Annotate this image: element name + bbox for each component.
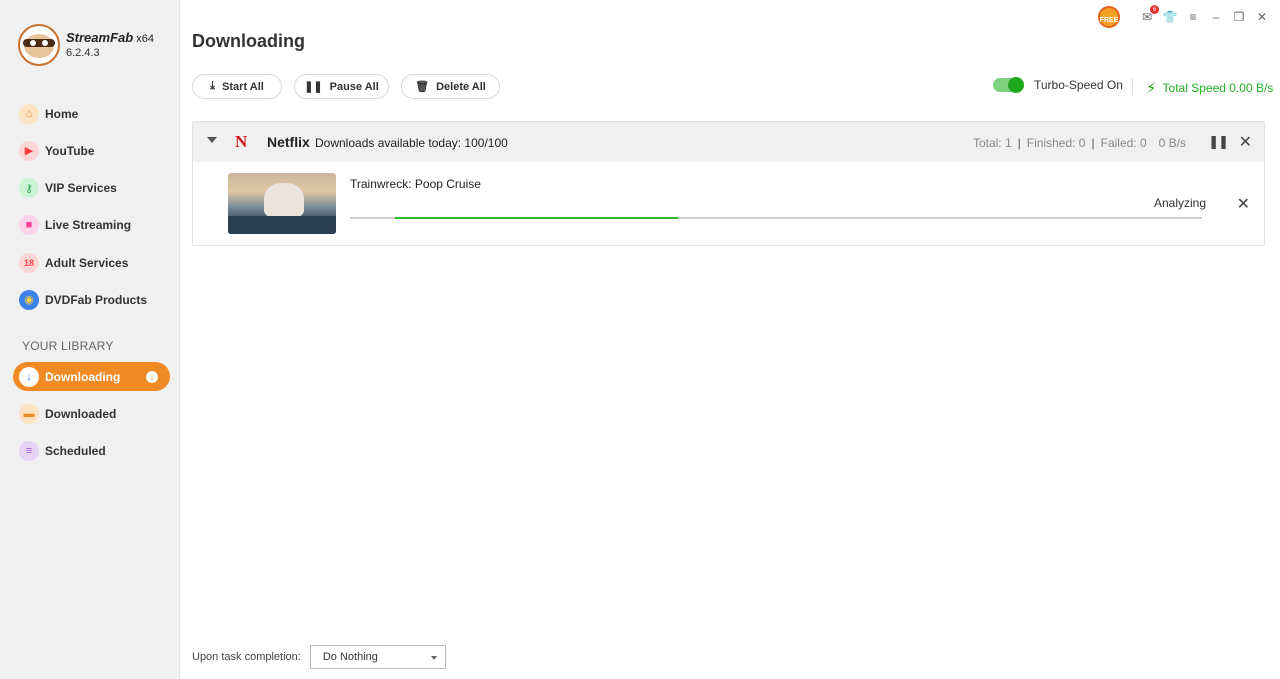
camera-icon: ■	[19, 215, 39, 236]
download-arrow-icon: ⤓	[210, 80, 216, 92]
folder-icon: ▬	[19, 403, 39, 424]
sidebar-item-label: Live Streaming	[45, 218, 132, 233]
app-logo: StreamFab x64 6.2.4.3	[18, 24, 154, 66]
collapse-caret-icon[interactable]	[207, 137, 217, 143]
total-speed: ⚡ Total Speed 0.00 B/s	[1146, 80, 1274, 97]
sidebar-item-label: Downloaded	[45, 406, 117, 421]
delete-all-button[interactable]: 🗑 Delete All	[401, 74, 500, 99]
sidebar-item-label: Downloading	[45, 369, 121, 384]
sidebar-item-dvdfab-products[interactable]: ◉ DVDFab Products	[13, 285, 170, 314]
sidebar-item-adult-services[interactable]: 18 Adult Services	[13, 248, 170, 277]
progress-track	[350, 217, 1202, 219]
sidebar-item-label: Scheduled	[45, 444, 106, 459]
dvdfab-icon: ◉	[19, 289, 39, 310]
schedule-list-icon: ≡	[19, 441, 39, 462]
progress-fill	[395, 217, 678, 219]
sidebar-item-label: Adult Services	[45, 255, 129, 270]
sidebar-item-downloaded[interactable]: ▬ Downloaded	[13, 399, 170, 428]
sidebar-item-home[interactable]: ⌂ Home	[13, 99, 170, 128]
download-task: Trainwreck: Poop Cruise Analyzing ✕	[193, 162, 1264, 246]
start-all-button[interactable]: ⤓ Start All	[192, 74, 282, 99]
sidebar-item-live-streaming[interactable]: ■ Live Streaming	[13, 211, 170, 240]
service-name: Netflix	[267, 134, 310, 150]
group-header: N Netflix Downloads available today: 100…	[193, 122, 1264, 162]
main-panel: Downloading FREE ✉ 6 👕 ≡ – ❐ ✕ ⤓ Start All…	[180, 0, 1280, 679]
divider	[1132, 78, 1133, 94]
sidebar-item-scheduled[interactable]: ≡ Scheduled	[13, 437, 170, 466]
free-gift-icon[interactable]: FREE	[1098, 6, 1120, 28]
task-close-icon[interactable]: ✕	[1237, 194, 1250, 214]
app-name: StreamFab x64	[66, 30, 154, 46]
pause-all-button[interactable]: ❚❚ Pause All	[294, 74, 389, 99]
sloth-logo-icon	[18, 24, 60, 66]
home-icon: ⌂	[19, 103, 39, 124]
menu-icon[interactable]: ≡	[1185, 9, 1201, 25]
turbo-speed-control: Turbo-Speed On	[993, 77, 1123, 93]
video-thumbnail	[228, 173, 336, 234]
lightning-icon: ⚡	[1146, 80, 1157, 97]
theme-shirt-icon[interactable]: 👕	[1162, 9, 1178, 25]
turbo-speed-toggle[interactable]	[993, 77, 1024, 93]
sidebar-item-downloading[interactable]: ↓ Downloading ↓	[13, 362, 170, 391]
youtube-icon: ▶	[19, 140, 39, 161]
download-icon: ↓	[19, 366, 39, 387]
sidebar: StreamFab x64 6.2.4.3 ⌂ Home ▶ YouTube ⚷ …	[0, 0, 180, 679]
group-pause-icon[interactable]: ❚❚	[1208, 134, 1229, 150]
group-stats: Total: 1 | Finished: 0 | Failed: 0 0 B/s	[972, 136, 1186, 150]
availability-text: Downloads available today: 100/100	[315, 136, 508, 150]
restore-icon[interactable]: ❐	[1231, 9, 1247, 25]
download-status-icon: ↓	[146, 370, 158, 383]
task-status: Analyzing	[1153, 196, 1206, 210]
completion-label: Upon task completion:	[192, 651, 301, 663]
library-section-title: YOUR LIBRARY	[22, 339, 114, 353]
sidebar-item-label: VIP Services	[45, 181, 117, 196]
task-completion-footer: Upon task completion: Do Nothing	[192, 645, 446, 669]
netflix-logo-icon: N	[235, 132, 248, 151]
sidebar-item-label: Home	[45, 106, 79, 121]
mail-icon[interactable]: ✉ 6	[1139, 5, 1159, 25]
stat-speed: 0 B/s	[1158, 136, 1186, 150]
close-icon[interactable]: ✕	[1254, 9, 1270, 25]
sidebar-item-label: YouTube	[45, 143, 95, 158]
sidebar-item-vip-services[interactable]: ⚷ VIP Services	[13, 174, 170, 203]
adult-18-icon: 18	[19, 252, 39, 273]
library-nav: ↓ Downloading ↓ ▬ Downloaded ≡ Scheduled	[13, 362, 170, 474]
main-nav: ⌂ Home ▶ YouTube ⚷ VIP Services ■ Live S…	[13, 99, 170, 323]
download-group-netflix: N Netflix Downloads available today: 100…	[192, 121, 1265, 246]
dropdown-arrow-icon	[430, 656, 437, 660]
notification-badge: 6	[1150, 5, 1159, 14]
minimize-icon[interactable]: –	[1208, 9, 1224, 25]
page-title: Downloading	[192, 31, 305, 51]
trash-icon: 🗑	[415, 81, 430, 93]
app-version: 6.2.4.3	[66, 46, 100, 59]
completion-action-select[interactable]: Do Nothing	[309, 645, 446, 669]
key-icon: ⚷	[19, 178, 39, 199]
pause-icon: ❚❚	[304, 81, 323, 93]
stat-failed: Failed: 0	[1100, 136, 1147, 150]
window-controls: FREE ✉ 6 👕 ≡ – ❐ ✕	[1098, 5, 1270, 28]
group-close-icon[interactable]: ✕	[1239, 132, 1252, 152]
stat-finished: Finished: 0	[1026, 136, 1086, 150]
sidebar-item-label: DVDFab Products	[45, 292, 148, 307]
stat-total: Total: 1	[972, 136, 1012, 150]
task-title: Trainwreck: Poop Cruise	[350, 177, 481, 191]
sidebar-item-youtube[interactable]: ▶ YouTube	[13, 136, 170, 165]
turbo-speed-label: Turbo-Speed On	[1034, 78, 1123, 92]
